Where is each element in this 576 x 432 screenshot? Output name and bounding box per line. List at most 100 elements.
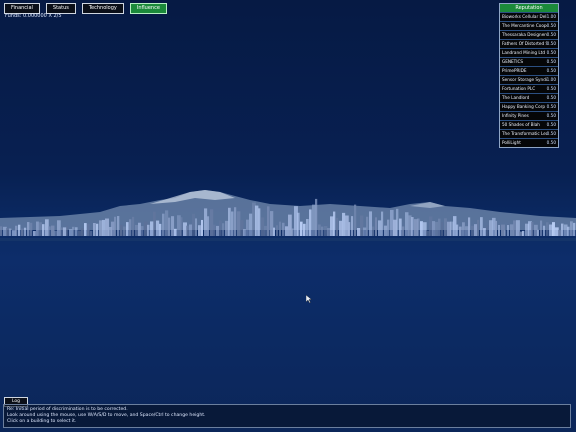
building[interactable] bbox=[66, 225, 69, 236]
building[interactable] bbox=[36, 221, 39, 236]
building[interactable] bbox=[93, 223, 96, 236]
building[interactable] bbox=[114, 216, 117, 236]
building[interactable] bbox=[303, 223, 306, 236]
building[interactable] bbox=[336, 217, 339, 236]
building[interactable] bbox=[72, 226, 75, 236]
building[interactable] bbox=[411, 217, 414, 236]
building[interactable] bbox=[384, 225, 388, 236]
building[interactable] bbox=[312, 204, 316, 236]
building[interactable] bbox=[462, 222, 465, 236]
building[interactable] bbox=[450, 221, 454, 236]
tab-technology[interactable]: Technology bbox=[81, 3, 124, 14]
building[interactable] bbox=[465, 226, 469, 236]
building[interactable] bbox=[441, 222, 444, 236]
building[interactable] bbox=[315, 198, 318, 236]
building[interactable] bbox=[75, 227, 78, 236]
building[interactable] bbox=[570, 221, 573, 236]
building[interactable] bbox=[42, 224, 45, 236]
building[interactable] bbox=[435, 221, 438, 236]
building[interactable] bbox=[522, 230, 525, 236]
building[interactable] bbox=[33, 230, 36, 236]
building[interactable] bbox=[477, 219, 480, 236]
building[interactable] bbox=[504, 230, 507, 236]
building[interactable] bbox=[342, 212, 346, 236]
building[interactable] bbox=[162, 213, 165, 236]
building[interactable] bbox=[507, 225, 510, 236]
building[interactable] bbox=[558, 230, 562, 236]
building[interactable] bbox=[381, 211, 384, 236]
building[interactable] bbox=[438, 218, 441, 236]
building[interactable] bbox=[186, 225, 189, 236]
building[interactable] bbox=[240, 220, 244, 236]
building[interactable] bbox=[432, 221, 436, 236]
building[interactable] bbox=[210, 209, 214, 236]
building[interactable] bbox=[27, 222, 30, 236]
building[interactable] bbox=[54, 230, 58, 236]
building[interactable] bbox=[213, 224, 216, 236]
building[interactable] bbox=[198, 225, 201, 236]
building[interactable] bbox=[171, 216, 175, 236]
building[interactable] bbox=[429, 216, 433, 236]
building[interactable] bbox=[417, 218, 420, 236]
building[interactable] bbox=[444, 218, 447, 236]
building[interactable] bbox=[402, 226, 405, 236]
building[interactable] bbox=[483, 228, 486, 236]
building[interactable] bbox=[237, 211, 241, 236]
building[interactable] bbox=[306, 219, 309, 236]
building[interactable] bbox=[291, 228, 294, 236]
building[interactable] bbox=[6, 227, 10, 236]
building[interactable] bbox=[63, 227, 67, 236]
building[interactable] bbox=[282, 222, 285, 236]
tab-influence[interactable]: Influence bbox=[129, 3, 167, 14]
building[interactable] bbox=[453, 216, 457, 236]
building[interactable] bbox=[561, 223, 564, 236]
building[interactable] bbox=[228, 207, 231, 236]
building[interactable] bbox=[573, 222, 576, 236]
building[interactable] bbox=[24, 227, 27, 236]
building[interactable] bbox=[321, 226, 324, 236]
building[interactable] bbox=[21, 228, 24, 236]
building[interactable] bbox=[18, 224, 21, 236]
building[interactable] bbox=[399, 218, 402, 236]
building[interactable] bbox=[120, 224, 123, 236]
building[interactable] bbox=[378, 220, 382, 236]
building[interactable] bbox=[372, 226, 375, 236]
building[interactable] bbox=[96, 223, 99, 236]
building[interactable] bbox=[51, 225, 55, 236]
building[interactable] bbox=[369, 211, 373, 236]
city-skyline[interactable] bbox=[0, 186, 576, 256]
building[interactable] bbox=[126, 222, 129, 236]
building[interactable] bbox=[0, 226, 3, 236]
building[interactable] bbox=[87, 223, 90, 236]
building[interactable] bbox=[486, 225, 489, 236]
building[interactable] bbox=[201, 219, 204, 236]
building[interactable] bbox=[420, 221, 423, 236]
building[interactable] bbox=[567, 226, 570, 236]
building[interactable] bbox=[255, 205, 259, 236]
building[interactable] bbox=[552, 222, 555, 236]
building[interactable] bbox=[243, 229, 246, 236]
building[interactable] bbox=[495, 220, 498, 236]
building[interactable] bbox=[318, 224, 321, 236]
building[interactable] bbox=[174, 228, 177, 236]
building[interactable] bbox=[456, 224, 459, 236]
building[interactable] bbox=[102, 219, 105, 236]
building[interactable] bbox=[159, 223, 162, 236]
building[interactable] bbox=[531, 221, 534, 236]
building[interactable] bbox=[168, 217, 171, 236]
building[interactable] bbox=[258, 208, 261, 236]
building[interactable] bbox=[387, 219, 390, 236]
building[interactable] bbox=[324, 225, 328, 236]
building[interactable] bbox=[138, 222, 141, 236]
building[interactable] bbox=[333, 211, 336, 236]
building[interactable] bbox=[405, 212, 409, 236]
building[interactable] bbox=[48, 226, 51, 236]
building[interactable] bbox=[207, 216, 210, 236]
building[interactable] bbox=[270, 211, 274, 236]
building[interactable] bbox=[90, 230, 93, 236]
building[interactable] bbox=[366, 216, 369, 236]
building[interactable] bbox=[474, 224, 478, 236]
building[interactable] bbox=[471, 225, 475, 236]
building[interactable] bbox=[327, 228, 331, 236]
building[interactable] bbox=[192, 213, 195, 236]
